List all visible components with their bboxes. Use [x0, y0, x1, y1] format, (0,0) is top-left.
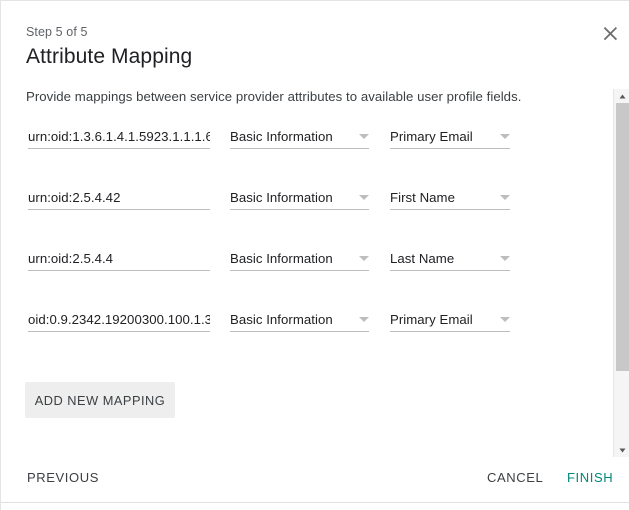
- category-select[interactable]: Basic Information: [230, 182, 369, 210]
- attribute-value: urn:oid:2.5.4.4: [28, 251, 114, 266]
- chevron-down-icon: [500, 134, 510, 139]
- scroll-up-arrow-icon[interactable]: [614, 89, 629, 103]
- profile-field-select[interactable]: Primary Email: [390, 121, 510, 149]
- previous-button[interactable]: PREVIOUS: [27, 470, 99, 485]
- profile-field-select[interactable]: Last Name: [390, 243, 510, 271]
- cancel-button[interactable]: CANCEL: [487, 470, 543, 485]
- chevron-down-icon: [359, 134, 369, 139]
- attribute-value: urn:oid:1.3.6.1.4.1.5923.1.1.1.6: [28, 129, 210, 144]
- attribute-mapping-dialog: Step 5 of 5 Attribute Mapping Provide ma…: [0, 0, 629, 510]
- category-value: Basic Information: [230, 129, 333, 144]
- mapping-row: urn:oid:1.3.6.1.4.1.5923.1.1.1.6 Basic In…: [1, 121, 606, 165]
- profile-field-value: Primary Email: [390, 129, 473, 144]
- profile-field-select[interactable]: Primary Email: [390, 304, 510, 332]
- step-indicator: Step 5 of 5: [26, 25, 88, 39]
- attribute-input[interactable]: urn:oid:2.5.4.4: [28, 243, 210, 271]
- chevron-down-icon: [500, 256, 510, 261]
- add-new-mapping-button[interactable]: ADD NEW MAPPING: [25, 382, 175, 418]
- chevron-down-icon: [500, 317, 510, 322]
- dialog-description: Provide mappings between service provide…: [26, 89, 522, 104]
- mapping-row: urn:oid:2.5.4.42 Basic Information First N…: [1, 182, 606, 226]
- category-value: Basic Information: [230, 312, 333, 327]
- finish-button[interactable]: FINISH: [567, 470, 613, 485]
- attribute-value: oid:0.9.2342.19200300.100.1.3: [28, 312, 210, 327]
- category-value: Basic Information: [230, 251, 333, 266]
- attribute-input[interactable]: oid:0.9.2342.19200300.100.1.3: [28, 304, 210, 332]
- category-select[interactable]: Basic Information: [230, 243, 369, 271]
- mapping-row: urn:oid:2.5.4.4 Basic Information Last Nam…: [1, 243, 606, 287]
- attribute-value: urn:oid:2.5.4.42: [28, 190, 121, 205]
- chevron-down-icon: [359, 256, 369, 261]
- category-select[interactable]: Basic Information: [230, 304, 369, 332]
- profile-field-select[interactable]: First Name: [390, 182, 510, 210]
- chevron-down-icon: [500, 195, 510, 200]
- footer-divider: [1, 502, 629, 503]
- attribute-input[interactable]: urn:oid:2.5.4.42: [28, 182, 210, 210]
- category-value: Basic Information: [230, 190, 333, 205]
- mapping-row: oid:0.9.2342.19200300.100.1.3 Basic Infor…: [1, 304, 606, 348]
- profile-field-value: First Name: [390, 190, 455, 205]
- page-title: Attribute Mapping: [26, 45, 193, 68]
- mapping-rows: urn:oid:1.3.6.1.4.1.5923.1.1.1.6 Basic In…: [1, 121, 606, 361]
- scrollbar-thumb[interactable]: [616, 103, 629, 371]
- scroll-down-arrow-icon[interactable]: [614, 443, 629, 457]
- vertical-scrollbar[interactable]: [613, 89, 629, 457]
- chevron-down-icon: [359, 317, 369, 322]
- category-select[interactable]: Basic Information: [230, 121, 369, 149]
- attribute-input[interactable]: urn:oid:1.3.6.1.4.1.5923.1.1.1.6: [28, 121, 210, 149]
- profile-field-value: Last Name: [390, 251, 455, 266]
- chevron-down-icon: [359, 195, 369, 200]
- profile-field-value: Primary Email: [390, 312, 473, 327]
- close-icon[interactable]: [598, 22, 622, 46]
